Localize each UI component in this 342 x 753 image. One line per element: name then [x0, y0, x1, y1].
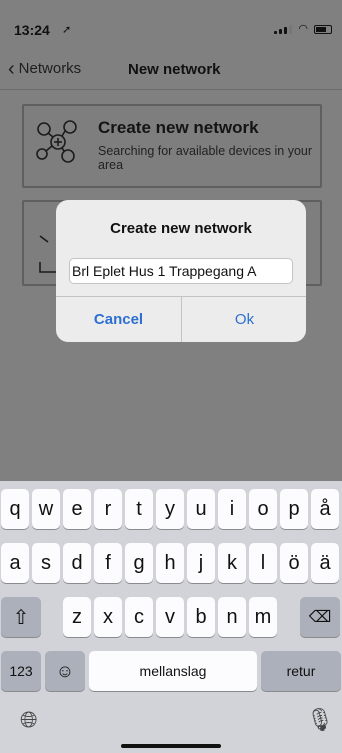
- globe-icon[interactable]: 🌐︎: [20, 707, 38, 733]
- backspace-key[interactable]: ⌫: [300, 597, 340, 637]
- wifi-icon: ◠: [298, 23, 308, 35]
- key-c[interactable]: c: [125, 597, 153, 637]
- cellular-signal-icon: [274, 24, 293, 34]
- battery-icon: [314, 25, 332, 34]
- shift-arrow-icon: ⇧: [12, 606, 30, 629]
- key-f[interactable]: f: [94, 543, 122, 583]
- card-title: Create new network: [98, 118, 259, 137]
- chevron-left-icon: ‹: [8, 57, 15, 80]
- key-g[interactable]: g: [125, 543, 153, 583]
- key-q[interactable]: q: [1, 489, 29, 529]
- page-title: New network: [128, 61, 221, 78]
- microphone-icon[interactable]: 🎙︎: [306, 707, 334, 733]
- key-r[interactable]: r: [94, 489, 122, 529]
- status-time: 13:24: [14, 22, 50, 38]
- key-a-umlaut[interactable]: ä: [311, 543, 339, 583]
- delete-icon: ⌫: [308, 609, 332, 626]
- key-p[interactable]: p: [280, 489, 308, 529]
- key-k[interactable]: k: [218, 543, 246, 583]
- numbers-key[interactable]: 123: [1, 651, 41, 691]
- key-m[interactable]: m: [249, 597, 277, 637]
- status-icons: ◠: [274, 23, 332, 35]
- key-n[interactable]: n: [218, 597, 246, 637]
- key-d[interactable]: d: [63, 543, 91, 583]
- key-z[interactable]: z: [63, 597, 91, 637]
- return-key[interactable]: retur: [261, 651, 341, 691]
- network-nodes-icon: [36, 120, 77, 163]
- key-x[interactable]: x: [94, 597, 122, 637]
- cancel-button[interactable]: Cancel: [56, 296, 181, 342]
- key-j[interactable]: j: [187, 543, 215, 583]
- key-t[interactable]: t: [125, 489, 153, 529]
- navigation-bar: ‹ Networks New network: [0, 50, 342, 90]
- key-o-umlaut[interactable]: ö: [280, 543, 308, 583]
- key-o[interactable]: o: [249, 489, 277, 529]
- key-v[interactable]: v: [156, 597, 184, 637]
- key-b[interactable]: b: [187, 597, 215, 637]
- key-h[interactable]: h: [156, 543, 184, 583]
- emoji-key[interactable]: ☺: [45, 651, 85, 691]
- create-network-card[interactable]: Create new network Searching for availab…: [22, 104, 322, 188]
- space-key[interactable]: mellanslag: [89, 651, 257, 691]
- back-button-label: Networks: [18, 60, 82, 77]
- shift-key[interactable]: ⇧: [1, 597, 41, 637]
- network-name-input[interactable]: Brl Eplet Hus 1 Trappegang A: [69, 258, 293, 284]
- key-w[interactable]: w: [32, 489, 60, 529]
- key-e[interactable]: e: [63, 489, 91, 529]
- key-u[interactable]: u: [187, 489, 215, 529]
- card-subtitle: Searching for available devices in your …: [98, 144, 313, 172]
- key-s[interactable]: s: [32, 543, 60, 583]
- back-button[interactable]: ‹ Networks: [8, 57, 82, 80]
- status-bar: 13:24 ➚ ◠: [0, 0, 342, 50]
- create-network-dialog: Create new network Brl Eplet Hus 1 Trapp…: [56, 200, 306, 342]
- key-i[interactable]: i: [218, 489, 246, 529]
- home-indicator: [121, 744, 221, 748]
- key-a[interactable]: a: [1, 543, 29, 583]
- dialog-title: Create new network: [110, 220, 252, 237]
- location-arrow-icon: ➚: [62, 24, 72, 36]
- emoji-icon: ☺: [55, 660, 75, 681]
- key-l[interactable]: l: [249, 543, 277, 583]
- screen: 13:24 ➚ ◠ ‹ Networks New network Create …: [0, 0, 342, 753]
- keyboard: q w e r t y u i o p å a s d f g h j k l …: [0, 481, 342, 753]
- key-y[interactable]: y: [156, 489, 184, 529]
- key-a-ring[interactable]: å: [311, 489, 339, 529]
- ok-button[interactable]: Ok: [182, 296, 307, 342]
